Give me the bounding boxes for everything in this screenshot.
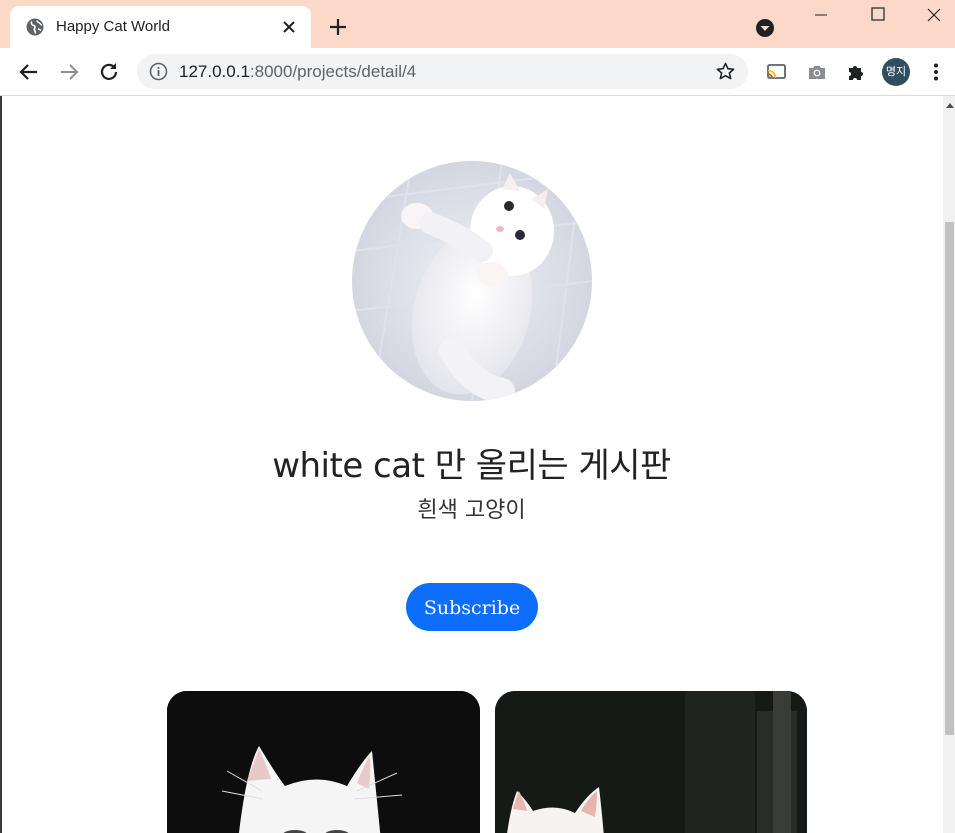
maximize-icon[interactable] — [850, 0, 906, 32]
scroll-up-arrow-icon[interactable] — [946, 101, 954, 109]
url-host: 127.0.0.1 — [179, 62, 250, 81]
url-text[interactable]: 127.0.0.1:8000/projects/detail/4 — [179, 62, 416, 82]
forward-arrow-icon[interactable] — [58, 61, 80, 83]
browser-titlebar: Happy Cat World — [0, 0, 955, 48]
browser-toolbar: 127.0.0.1:8000/projects/detail/4 명지 — [0, 48, 955, 96]
browser-tab[interactable]: Happy Cat World — [10, 6, 311, 48]
page-subtitle: 흰색 고양이 — [417, 498, 526, 523]
subscribe-button[interactable]: Subscribe — [406, 583, 538, 631]
profile-avatar[interactable]: 명지 — [882, 58, 910, 86]
camera-icon[interactable] — [806, 61, 828, 83]
kebab-menu-icon[interactable] — [925, 61, 947, 83]
close-icon[interactable] — [281, 19, 297, 35]
page-title: white cat 만 올리는 게시판 — [272, 446, 671, 486]
plus-icon[interactable] — [327, 16, 349, 38]
page-left-border — [0, 96, 2, 833]
info-icon[interactable] — [149, 62, 168, 81]
cast-icon[interactable] — [765, 61, 787, 83]
post-card[interactable] — [495, 691, 807, 833]
reload-icon[interactable] — [98, 61, 120, 83]
project-image-white-cat — [352, 161, 592, 401]
back-arrow-icon[interactable] — [18, 61, 40, 83]
chevron-down-icon[interactable] — [754, 17, 776, 39]
post-card[interactable] — [167, 691, 480, 833]
minimize-icon[interactable] — [794, 0, 850, 32]
globe-icon — [26, 18, 44, 36]
tab-title: Happy Cat World — [56, 18, 170, 35]
address-bar[interactable]: 127.0.0.1:8000/projects/detail/4 — [137, 54, 748, 89]
scrollbar-thumb[interactable] — [945, 222, 954, 735]
page-content: white cat 만 올리는 게시판 흰색 고양이 Subscribe — [0, 96, 943, 833]
puzzle-icon[interactable] — [845, 61, 867, 83]
window-close-icon[interactable] — [906, 0, 955, 32]
star-icon[interactable] — [715, 61, 736, 82]
url-path: :8000/projects/detail/4 — [249, 62, 417, 81]
